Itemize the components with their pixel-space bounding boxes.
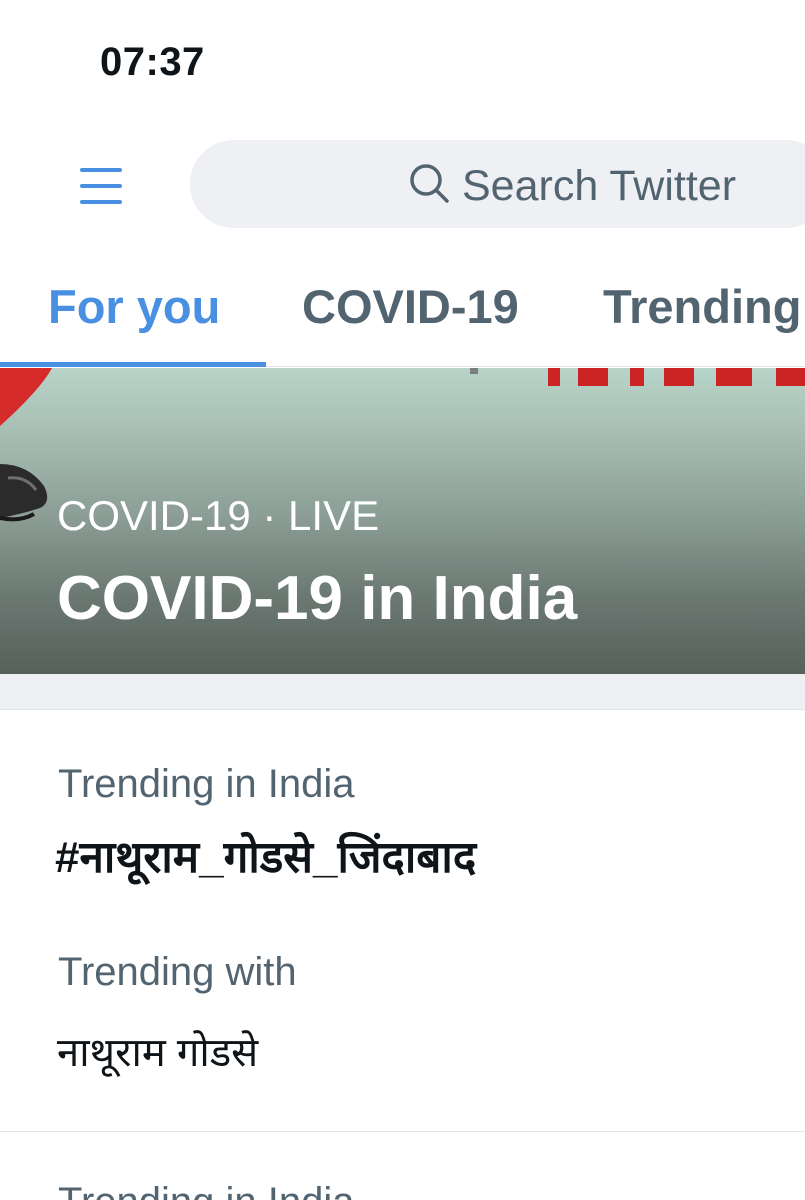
- search-icon: [410, 164, 449, 203]
- menu-line: [80, 200, 122, 204]
- trending-with-label: Trending with: [58, 950, 297, 994]
- status-time: 07:37: [100, 40, 205, 84]
- menu-line: [80, 184, 122, 188]
- active-tab-indicator: [0, 362, 266, 367]
- hamburger-menu-icon[interactable]: [72, 158, 132, 214]
- trend-item[interactable]: Trending in India #नाथूराम_गोडसे_जिंदाबा…: [0, 710, 805, 1130]
- trend-hashtag: #नाथूराम_गोडसे_जिंदाबाद: [55, 833, 477, 882]
- trend-context: Trending in India: [58, 1180, 354, 1200]
- tab-covid-19[interactable]: COVID-19: [302, 279, 519, 334]
- tab-trending[interactable]: Trending: [603, 279, 801, 334]
- menu-line: [80, 168, 122, 172]
- status-bar: 07:37: [0, 0, 805, 120]
- search-placeholder: Search Twitter: [462, 162, 737, 210]
- hero-event-card[interactable]: COVID-19 · LIVE COVID-19 in India: [0, 368, 805, 674]
- explore-tabs: For you COVID-19 Trending: [0, 265, 805, 367]
- section-divider: [0, 674, 805, 710]
- explore-screen: 07:37 Search Twitter For you COVID-19 Tr…: [0, 0, 805, 1200]
- trending-with-link[interactable]: नाथूराम गोडसे: [57, 1023, 258, 1078]
- hero-title: COVID-19 in India: [57, 564, 578, 633]
- trend-item[interactable]: Trending in India: [0, 1131, 805, 1200]
- hero-category-label: COVID-19 · LIVE: [57, 492, 380, 539]
- trend-context: Trending in India: [58, 762, 355, 806]
- tab-for-you[interactable]: For you: [48, 279, 220, 334]
- search-input[interactable]: Search Twitter: [190, 140, 805, 228]
